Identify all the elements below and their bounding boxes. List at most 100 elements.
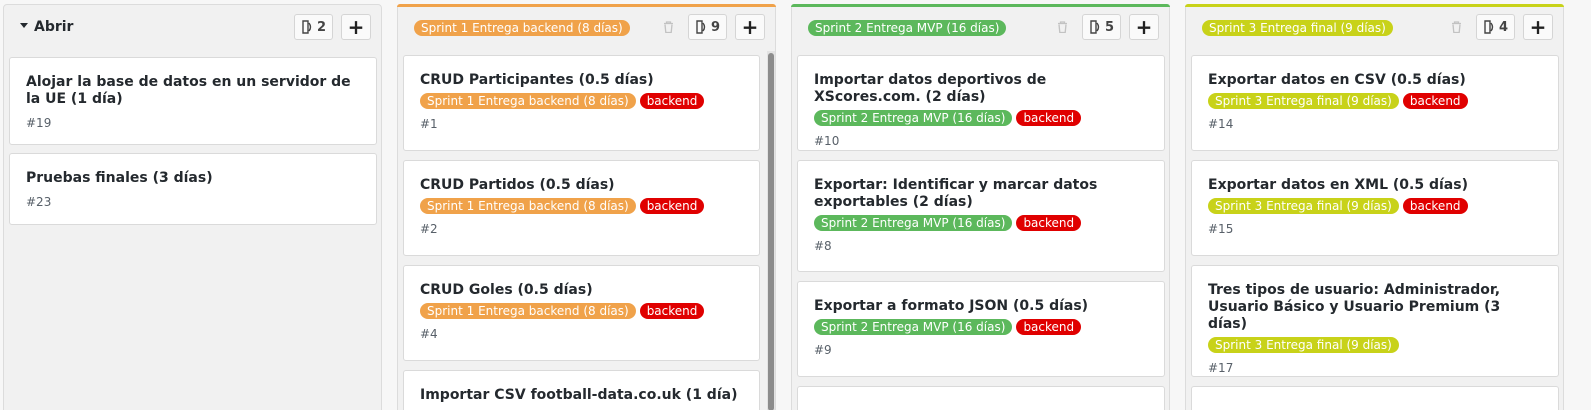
column-actions: 9 + [662,13,765,41]
card-icon [1090,20,1100,34]
label-backend[interactable]: backend [639,93,705,109]
column-header: Sprint 3 Entrega final (9 días) 4 + [1196,13,1553,43]
label-sprint[interactable]: Sprint 2 Entrega MVP (16 días) [814,215,1013,231]
issue-number: #9 [814,343,832,357]
issue-number: #8 [814,239,832,253]
card-title[interactable]: Pruebas finales (3 días) [26,170,360,187]
label-sprint[interactable]: Sprint 2 Entrega MVP (16 días) [814,319,1013,335]
label-sprint[interactable]: Sprint 1 Entrega backend (8 días) [420,303,636,319]
card-title[interactable]: CRUD Goles (0.5 días) [420,282,743,299]
column-header: Sprint 1 Entrega backend (8 días) 9 + [408,13,765,43]
label-backend[interactable]: backend [1016,215,1082,231]
column-title-pill[interactable]: Sprint 3 Entrega final (9 días) [1202,20,1393,36]
card-labels: Sprint 2 Entrega MVP (16 días) backend [814,110,1148,126]
column-sprint-2: Sprint 2 Entrega MVP (16 días) 5 + Impor… [791,4,1170,410]
card-labels: Sprint 3 Entrega final (9 días) backend [1208,198,1542,214]
card-labels: Sprint 2 Entrega MVP (16 días) backend [814,215,1148,231]
card-10[interactable]: Importar datos deportivos de XScores.com… [797,55,1165,151]
column-title-pill[interactable]: Sprint 2 Entrega MVP (16 días) [808,20,1007,36]
label-sprint[interactable]: Sprint 3 Entrega final (9 días) [1208,198,1399,214]
card-labels: Sprint 1 Entrega backend (8 días) backen… [420,198,743,214]
card-count: 5 [1104,19,1114,35]
card-title[interactable]: Importar datos deportivos de XScores.com… [814,72,1148,106]
card-title[interactable]: CRUD Participantes (0.5 días) [420,72,743,89]
card-import-csv[interactable]: Importar CSV football-data.co.uk (1 día) [403,370,760,410]
card-19[interactable]: Alojar la base de datos en un servidor d… [9,57,377,145]
card-title[interactable]: Importar CSV football-data.co.uk (1 día) [420,387,743,404]
issue-number: #2 [420,222,438,236]
issue-number: #10 [814,134,840,148]
issue-number: #23 [26,195,52,209]
column-color-bar [791,4,1170,7]
trash-icon[interactable] [1450,20,1464,34]
column-color-bar [397,4,776,7]
add-card-button[interactable]: + [735,14,765,40]
label-backend[interactable]: backend [1402,198,1468,214]
card-icon [1484,20,1494,34]
label-backend[interactable]: backend [639,303,705,319]
card-14[interactable]: Exportar datos en CSV (0.5 días) Sprint … [1191,55,1559,151]
label-backend[interactable]: backend [1016,319,1082,335]
trash-icon[interactable] [1056,20,1070,34]
card-4[interactable]: CRUD Goles (0.5 días) Sprint 1 Entrega b… [403,265,760,361]
scrollbar-thumb[interactable] [768,53,774,410]
card-count-button[interactable]: 2 [293,14,333,40]
label-sprint[interactable]: Sprint 3 Entrega final (9 días) [1208,93,1399,109]
card-labels: Sprint 2 Entrega MVP (16 días) backend [814,319,1148,335]
label-backend[interactable]: backend [1016,110,1082,126]
card-partial[interactable] [797,386,1165,410]
card-title[interactable]: Tres tipos de usuario: Administrador, Us… [1208,282,1542,333]
add-card-button[interactable]: + [1523,14,1553,40]
column-actions: 2 + [293,13,371,41]
column-scrollbar[interactable] [767,51,775,410]
label-sprint[interactable]: Sprint 3 Entrega final (9 días) [1208,337,1399,353]
label-sprint[interactable]: Sprint 1 Entrega backend (8 días) [420,198,636,214]
column-title-pill[interactable]: Sprint 1 Entrega backend (8 días) [414,20,630,36]
card-labels: Sprint 3 Entrega final (9 días) backend [1208,93,1542,109]
column-abrir: Abrir 2 + Alojar la base de datos en un … [3,4,382,410]
card-title[interactable]: Exportar datos en XML (0.5 días) [1208,177,1542,194]
card-17[interactable]: Tres tipos de usuario: Administrador, Us… [1191,265,1559,377]
project-board: Abrir 2 + Alojar la base de datos en un … [0,0,1591,410]
column-title[interactable]: Abrir [20,19,73,35]
card-title[interactable]: Exportar a formato JSON (0.5 días) [814,298,1148,315]
card-15[interactable]: Exportar datos en XML (0.5 días) Sprint … [1191,160,1559,256]
card-title[interactable]: Exportar datos en CSV (0.5 días) [1208,72,1542,89]
card-count-button[interactable]: 5 [1081,14,1121,40]
plus-icon: + [1529,15,1547,39]
issue-number: #15 [1208,222,1234,236]
card-title[interactable]: CRUD Partidos (0.5 días) [420,177,743,194]
issue-number: #1 [420,117,438,131]
issue-number: #19 [26,116,52,130]
card-2[interactable]: CRUD Partidos (0.5 días) Sprint 1 Entreg… [403,160,760,256]
column-header: Sprint 2 Entrega MVP (16 días) 5 + [802,13,1159,43]
card-title[interactable]: Alojar la base de datos en un servidor d… [26,74,360,108]
card-9[interactable]: Exportar a formato JSON (0.5 días) Sprin… [797,281,1165,377]
column-color-bar [1185,4,1564,7]
label-backend[interactable]: backend [1402,93,1468,109]
card-count-button[interactable]: 4 [1475,14,1515,40]
card-1[interactable]: CRUD Participantes (0.5 días) Sprint 1 E… [403,55,760,151]
card-23[interactable]: Pruebas finales (3 días) #23 [9,153,377,225]
plus-icon: + [741,15,759,39]
card-title[interactable]: Exportar: Identificar y marcar datos exp… [814,177,1148,211]
card-8[interactable]: Exportar: Identificar y marcar datos exp… [797,160,1165,272]
add-card-button[interactable]: + [341,14,371,40]
caret-down-icon[interactable] [20,23,28,28]
card-labels: Sprint 1 Entrega backend (8 días) backen… [420,303,743,319]
trash-icon[interactable] [662,20,676,34]
issue-number: #14 [1208,117,1234,131]
column-sprint-3: Sprint 3 Entrega final (9 días) 4 + Expo… [1185,4,1564,410]
card-partial[interactable] [1191,386,1559,410]
label-backend[interactable]: backend [639,198,705,214]
add-card-button[interactable]: + [1129,14,1159,40]
issue-number: #4 [420,327,438,341]
column-actions: 4 + [1450,13,1553,41]
label-sprint[interactable]: Sprint 1 Entrega backend (8 días) [420,93,636,109]
card-labels: Sprint 1 Entrega backend (8 días) backen… [420,93,743,109]
card-count-button[interactable]: 9 [687,14,727,40]
label-sprint[interactable]: Sprint 2 Entrega MVP (16 días) [814,110,1013,126]
card-count: 2 [316,19,326,35]
column-header: Abrir 2 + [14,13,371,43]
plus-icon: + [347,15,365,39]
